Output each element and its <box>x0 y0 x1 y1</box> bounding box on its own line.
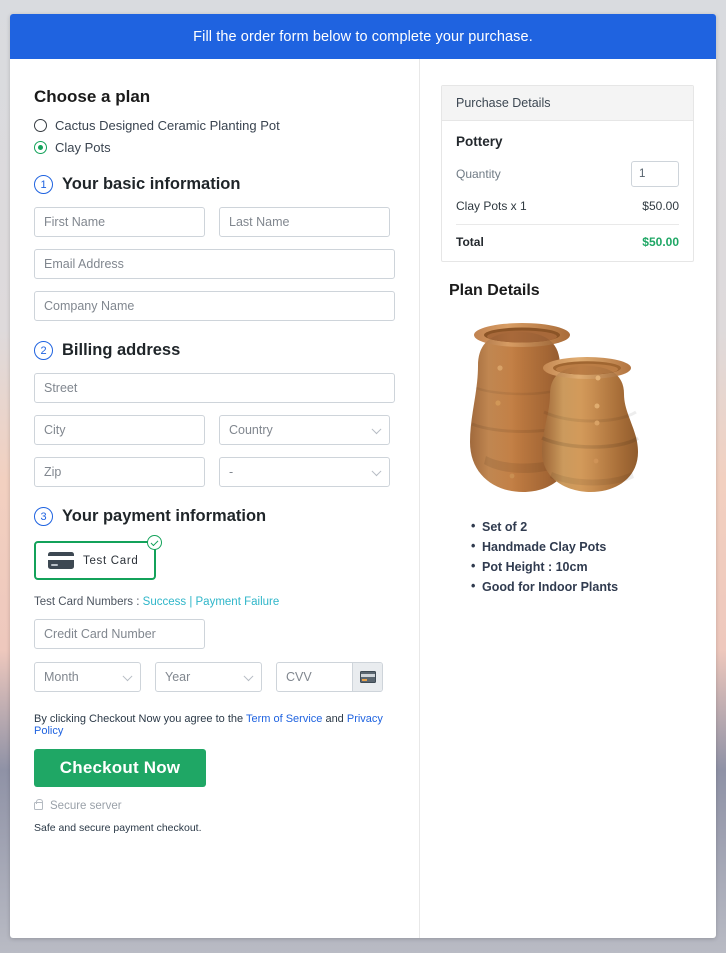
total-label: Total <box>456 235 484 249</box>
cvv-field-group[interactable] <box>276 662 383 692</box>
step-1-number: 1 <box>34 175 53 194</box>
purchase-details-body: Pottery Quantity Clay Pots x 1 $50.00 To… <box>442 121 693 261</box>
step-3-title: Your payment information <box>62 507 267 525</box>
cvv-input[interactable] <box>277 663 352 691</box>
total-row: Total $50.00 <box>456 225 679 249</box>
quantity-label: Quantity <box>456 167 501 181</box>
zip-state-row: - <box>34 457 395 487</box>
total-value: $50.00 <box>642 235 679 249</box>
line-item-price: $50.00 <box>642 199 679 213</box>
list-item: Pot Height : 10cm <box>471 559 694 574</box>
year-select-wrapper[interactable]: Year <box>155 662 262 692</box>
summary-column: Purchase Details Pottery Quantity Clay P… <box>420 59 716 938</box>
name-field-row <box>34 207 395 237</box>
plan-feature-list: Set of 2 Handmade Clay Pots Pot Height :… <box>471 519 694 594</box>
checkout-page-card: Fill the order form below to complete yo… <box>10 14 716 938</box>
step-3-number: 3 <box>34 507 53 526</box>
company-field-row <box>34 291 395 321</box>
step-3-header: 3 Your payment information <box>34 507 395 526</box>
list-item: Handmade Clay Pots <box>471 539 694 554</box>
quantity-input[interactable] <box>631 161 679 187</box>
street-input[interactable] <box>34 373 395 403</box>
list-item: Good for Indoor Plants <box>471 579 694 594</box>
card-number-row <box>34 619 395 649</box>
zip-input[interactable] <box>34 457 205 487</box>
country-select[interactable]: Country <box>219 415 390 445</box>
quantity-row: Quantity <box>456 161 679 187</box>
payment-failure-card-link[interactable]: Payment Failure <box>196 596 280 608</box>
card-expiry-cvv-row: Month Year <box>34 662 395 692</box>
check-circle-icon <box>146 535 162 550</box>
credit-card-icon <box>48 552 74 569</box>
expiry-month-select[interactable]: Month <box>34 662 141 692</box>
list-item: Set of 2 <box>471 519 694 534</box>
state-select-wrapper[interactable]: - <box>219 457 390 487</box>
page-body: Choose a plan Cactus Designed Ceramic Pl… <box>10 59 716 938</box>
banner-text: Fill the order form below to complete yo… <box>193 28 533 45</box>
checkout-now-button[interactable]: Checkout Now <box>34 749 206 787</box>
terms-text: By clicking Checkout Now you agree to th… <box>34 713 395 737</box>
line-item-row: Clay Pots x 1 $50.00 <box>456 199 679 225</box>
plan-option-clay-pots[interactable]: Clay Pots <box>34 140 395 155</box>
credit-card-number-input[interactable] <box>34 619 205 649</box>
test-card-option[interactable]: Test Card <box>34 535 162 580</box>
plan-option-label: Clay Pots <box>55 140 111 155</box>
step-1-header: 1 Your basic information <box>34 175 395 194</box>
terms-middle: and <box>322 713 347 725</box>
state-select[interactable]: - <box>219 457 390 487</box>
first-name-input[interactable] <box>34 207 205 237</box>
street-field-row <box>34 373 395 403</box>
success-card-link[interactable]: Success <box>143 596 186 608</box>
lock-icon <box>34 798 43 810</box>
credit-card-icon <box>359 671 376 683</box>
term-of-service-link[interactable]: Term of Service <box>246 713 322 725</box>
cvv-hint-button[interactable] <box>352 663 382 691</box>
month-select-wrapper[interactable]: Month <box>34 662 141 692</box>
line-item-label: Clay Pots x 1 <box>456 199 527 213</box>
country-select-wrapper[interactable]: Country <box>219 415 390 445</box>
page-banner: Fill the order form below to complete yo… <box>10 14 716 59</box>
step-1-title: Your basic information <box>62 175 241 193</box>
plan-details-title: Plan Details <box>449 282 540 299</box>
radio-selected-icon[interactable] <box>34 141 47 154</box>
company-name-input[interactable] <box>34 291 395 321</box>
test-card-label: Test Card <box>83 554 139 567</box>
small-clay-pot <box>540 357 639 492</box>
plan-option-cactus-pot[interactable]: Cactus Designed Ceramic Planting Pot <box>34 118 395 133</box>
step-2-header: 2 Billing address <box>34 341 395 360</box>
test-card-numbers-row: Test Card Numbers : Success | Payment Fa… <box>34 596 395 608</box>
plan-option-label: Cactus Designed Ceramic Planting Pot <box>55 118 280 133</box>
expiry-year-select[interactable]: Year <box>155 662 262 692</box>
step-2-number: 2 <box>34 341 53 360</box>
email-input[interactable] <box>34 249 395 279</box>
link-separator: | <box>186 596 196 608</box>
purchase-details-card: Purchase Details Pottery Quantity Clay P… <box>441 85 694 262</box>
product-name: Pottery <box>456 134 503 149</box>
step-2-title: Billing address <box>62 341 181 359</box>
choose-plan-heading: Choose a plan <box>34 87 151 106</box>
city-input[interactable] <box>34 415 205 445</box>
last-name-input[interactable] <box>219 207 390 237</box>
test-card-numbers-prefix: Test Card Numbers : <box>34 596 143 608</box>
email-field-row <box>34 249 395 279</box>
terms-prefix: By clicking Checkout Now you agree to th… <box>34 713 246 725</box>
city-country-row: Country <box>34 415 395 445</box>
purchase-details-header: Purchase Details <box>442 86 693 121</box>
two-clay-pots-image <box>469 323 639 492</box>
radio-unselected-icon[interactable] <box>34 119 47 132</box>
safe-checkout-text: Safe and secure payment checkout. <box>34 822 202 834</box>
secure-server-text: Secure server <box>50 800 122 812</box>
order-form-column: Choose a plan Cactus Designed Ceramic Pl… <box>10 59 420 938</box>
secure-server-row: Secure server <box>34 798 395 812</box>
